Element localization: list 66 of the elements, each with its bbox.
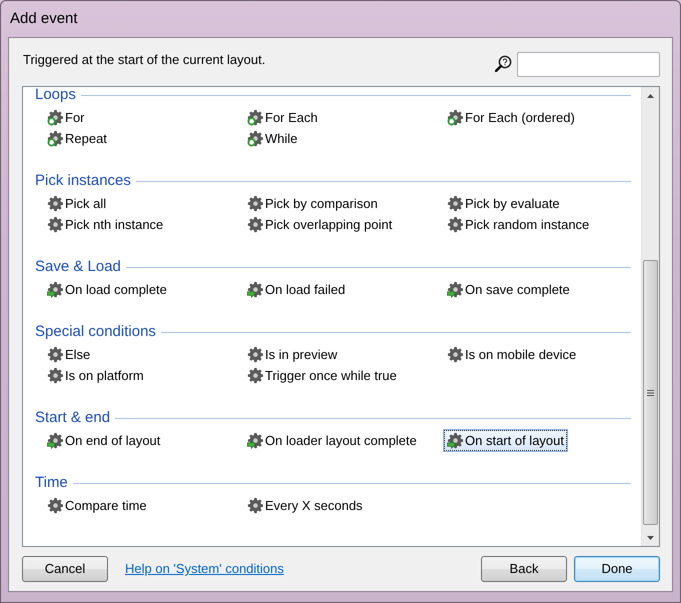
event-item[interactable]: For bbox=[44, 107, 88, 128]
search-field[interactable] bbox=[517, 52, 660, 77]
event-item[interactable]: On end of layout bbox=[44, 430, 164, 451]
dialog-button[interactable]: Back bbox=[481, 556, 567, 582]
event-item[interactable]: Pick by evaluate bbox=[444, 193, 563, 214]
section-title: Loops bbox=[35, 87, 76, 103]
gear-arrow-icon bbox=[447, 432, 463, 448]
gear-icon bbox=[47, 216, 63, 232]
event-item[interactable]: While bbox=[244, 128, 301, 149]
event-item[interactable]: Is in preview bbox=[244, 344, 340, 365]
event-item[interactable]: Repeat bbox=[44, 128, 110, 149]
gear-arrow-icon bbox=[47, 432, 63, 448]
gear-icon bbox=[247, 368, 263, 384]
event-item[interactable]: Trigger once while true bbox=[244, 365, 400, 386]
gear-arrow-icon bbox=[247, 432, 263, 448]
event-item[interactable]: Is on platform bbox=[44, 365, 147, 386]
description-text: Triggered at the start of the current layout. bbox=[23, 52, 266, 68]
gear-icon bbox=[447, 346, 463, 362]
scrollbar-thumb[interactable] bbox=[643, 260, 658, 525]
help-link[interactable]: Help on 'System' conditions bbox=[125, 559, 284, 579]
event-item[interactable]: Every X seconds bbox=[244, 495, 366, 516]
event-item[interactable]: On load failed bbox=[244, 279, 348, 300]
dialog-button[interactable]: Done bbox=[574, 556, 660, 582]
gear-icon bbox=[47, 368, 63, 384]
event-item[interactable]: On loader layout complete bbox=[244, 430, 420, 451]
dialog-button[interactable]: Cancel bbox=[22, 556, 108, 582]
gear-icon bbox=[247, 216, 263, 232]
gear-cycle-icon bbox=[47, 110, 63, 126]
event-item[interactable]: Compare time bbox=[44, 495, 150, 516]
gear-cycle-icon bbox=[47, 130, 63, 146]
event-item[interactable]: Pick nth instance bbox=[44, 214, 166, 235]
event-item[interactable]: For Each bbox=[244, 107, 321, 128]
section-title: Time bbox=[35, 475, 68, 491]
event-item[interactable]: Pick overlapping point bbox=[244, 214, 396, 235]
event-item[interactable]: On load complete bbox=[44, 279, 170, 300]
window-title: Add event bbox=[10, 10, 78, 28]
event-item[interactable]: Pick all bbox=[44, 193, 110, 214]
gear-arrow-icon bbox=[447, 282, 463, 298]
gear-arrow-icon bbox=[47, 282, 63, 298]
gear-icon bbox=[447, 216, 463, 232]
section-title: Pick instances bbox=[35, 173, 131, 189]
section-title: Special conditions bbox=[35, 324, 156, 340]
gear-cycle-icon bbox=[447, 110, 463, 126]
gear-icon bbox=[47, 498, 63, 514]
gear-icon bbox=[47, 196, 63, 212]
event-item[interactable]: Else bbox=[44, 344, 94, 365]
section-title: Save & Load bbox=[35, 259, 121, 275]
gear-icon bbox=[247, 346, 263, 362]
gear-icon bbox=[247, 196, 263, 212]
scroll-down-icon[interactable] bbox=[647, 536, 654, 540]
event-item[interactable]: Is on mobile device bbox=[444, 344, 580, 365]
search-icon bbox=[495, 55, 512, 72]
gear-cycle-icon bbox=[247, 110, 263, 126]
event-item[interactable]: On save complete bbox=[444, 279, 573, 300]
section-title: Start & end bbox=[35, 410, 110, 426]
grip-icon bbox=[647, 390, 654, 396]
gear-icon bbox=[447, 196, 463, 212]
gear-arrow-icon bbox=[247, 282, 263, 298]
event-item[interactable]: Pick by comparison bbox=[244, 193, 381, 214]
gear-cycle-icon bbox=[247, 130, 263, 146]
gear-icon bbox=[47, 346, 63, 362]
scroll-up-icon[interactable] bbox=[647, 94, 654, 98]
event-item[interactable]: On start of layout bbox=[444, 430, 567, 451]
gear-icon bbox=[247, 498, 263, 514]
event-item[interactable]: Pick random instance bbox=[444, 214, 592, 235]
event-item[interactable]: For Each (ordered) bbox=[444, 107, 578, 128]
